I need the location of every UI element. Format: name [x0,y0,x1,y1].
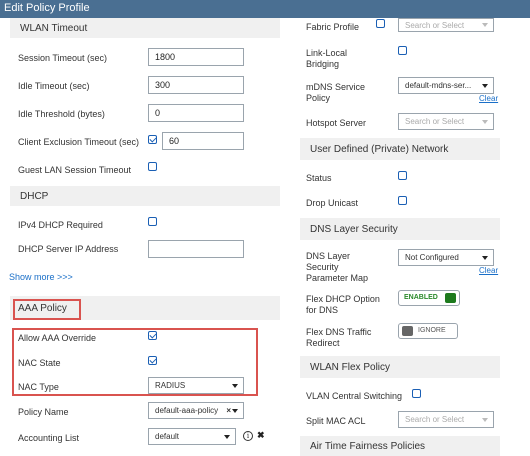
allow-aaa-override-checkbox[interactable] [148,331,157,340]
chevron-down-icon [482,84,488,88]
fabric-profile-label: Fabric Profile [306,22,360,32]
split-mac-acl-select[interactable]: Search or Select [398,411,494,428]
dns-param-map-value: Not Configured [405,253,459,262]
fabric-profile-select[interactable]: Search or Select [398,18,494,32]
accounting-list-value: default [155,432,180,441]
guest-lan-timeout-label: Guest LAN Session Timeout [18,165,132,175]
chevron-down-icon [232,384,238,388]
section-header-wlan-timeout: WLAN Timeout [10,18,280,38]
session-timeout-label: Session Timeout (sec) [18,53,108,63]
nac-state-label: NAC State [18,358,61,368]
nac-type-label: NAC Type [18,382,59,392]
mdns-label-line1: mDNS Service [306,82,366,92]
accounting-list-label: Accounting List [18,433,80,443]
session-timeout-input[interactable]: 1800 [148,48,244,66]
flex-dhcp-label-line2: for DNS [306,305,339,315]
chevron-down-icon [482,256,488,260]
mdns-clear-link[interactable]: Clear [479,94,498,103]
section-header-dns-layer-security: DNS Layer Security [300,218,500,240]
mdns-label: mDNS Service Policy [306,82,365,104]
toggle-knob-icon [445,293,456,303]
toggle-knob-icon [402,326,413,336]
idle-timeout-label: Idle Timeout (sec) [18,81,90,91]
flex-dns-toggle[interactable]: IGNORE [398,323,458,339]
right-column: Fabric Profile Search or Select Link-Loc… [296,18,530,456]
dns-param-map-label: DNS Layer Security Parameter Map [306,251,368,284]
idle-threshold-input[interactable]: 0 [148,104,244,122]
section-header-dhcp: DHCP [10,186,280,206]
drop-unicast-checkbox[interactable] [398,196,407,205]
mdns-label-line2: Policy [306,93,331,103]
idle-threshold-label: Idle Threshold (bytes) [18,109,105,119]
policy-name-label: Policy Name [18,407,69,417]
chevron-down-icon [482,120,488,124]
show-more-link[interactable]: Show more >>> [9,272,73,282]
dns-param-map-clear-link[interactable]: Clear [479,266,498,275]
flex-dhcp-toggle-label: ENABLED [404,294,438,301]
client-exclusion-input[interactable]: 60 [162,132,244,150]
flex-dns-label: Flex DNS Traffic Redirect [306,327,371,349]
dhcp-server-ip-input[interactable] [148,240,244,258]
hotspot-server-label: Hotspot Server [306,118,367,128]
left-column: WLAN Timeout Session Timeout (sec) 1800 … [0,18,288,456]
section-header-user-defined-network: User Defined (Private) Network [300,138,500,160]
fabric-profile-placeholder: Search or Select [405,20,465,30]
nac-state-checkbox[interactable] [148,356,157,365]
drop-unicast-label: Drop Unicast [306,198,359,208]
dns-param-map-label-line3: Parameter Map [306,273,369,283]
flex-dns-label-line2: Redirect [306,338,340,348]
section-header-wlan-flex-policy: WLAN Flex Policy [300,356,500,378]
section-header-air-time-fairness: Air Time Fairness Policies [300,436,500,456]
vlan-central-switching-label: VLAN Central Switching [306,391,403,401]
client-exclusion-checkbox[interactable] [148,135,157,144]
dns-param-map-select[interactable]: Not Configured [398,249,494,266]
mdns-value: default-mdns-ser... [405,81,472,90]
dhcp-server-ip-label: DHCP Server IP Address [18,244,119,254]
link-local-checkbox[interactable] [398,46,407,55]
policy-name-select[interactable]: default-aaa-policy × [148,402,244,419]
flex-dhcp-label-line1: Flex DHCP Option [306,294,380,304]
dns-param-map-label-line2: Security [306,262,339,272]
flex-dhcp-label: Flex DHCP Option for DNS [306,294,380,316]
mdns-select[interactable]: default-mdns-ser... [398,77,494,94]
nac-type-select[interactable]: RADIUS [148,377,244,394]
status-checkbox[interactable] [398,171,407,180]
flex-dns-label-line1: Flex DNS Traffic [306,327,372,337]
nac-type-value: RADIUS [155,381,186,390]
aaa-policy-highlight [13,299,81,320]
ipv4-dhcp-required-label: IPv4 DHCP Required [18,220,103,230]
split-mac-acl-placeholder: Search or Select [405,415,465,424]
split-mac-acl-label: Split MAC ACL [306,416,366,426]
link-local-label: Link-Local Bridging [306,48,347,70]
flex-dns-toggle-label: IGNORE [418,327,446,334]
accounting-list-select[interactable]: default [148,428,236,445]
ipv4-dhcp-required-checkbox[interactable] [148,217,157,226]
chevron-down-icon [482,418,488,422]
info-icon[interactable]: i [243,431,253,441]
close-icon[interactable]: ✖ [257,430,265,441]
client-exclusion-label: Client Exclusion Timeout (sec) [18,137,140,147]
policy-name-value: default-aaa-policy [155,406,219,415]
guest-lan-timeout-checkbox[interactable] [148,162,157,171]
link-local-label-line2: Bridging [306,59,340,69]
dns-param-map-label-line1: DNS Layer [306,251,351,261]
status-label: Status [306,173,332,183]
link-local-label-line1: Link-Local [306,48,348,58]
fabric-profile-checkbox[interactable] [376,19,385,28]
chevron-down-icon [482,23,488,27]
flex-dhcp-toggle[interactable]: ENABLED [398,290,460,306]
idle-timeout-input[interactable]: 300 [148,76,244,94]
chevron-down-icon [232,409,238,413]
vlan-central-switching-checkbox[interactable] [412,389,421,398]
hotspot-server-select[interactable]: Search or Select [398,113,494,130]
window-title: Edit Policy Profile [0,0,530,18]
allow-aaa-override-label: Allow AAA Override [18,333,97,343]
hotspot-server-placeholder: Search or Select [405,117,465,126]
chevron-down-icon [224,435,230,439]
clear-selection-icon[interactable]: × [226,406,231,415]
